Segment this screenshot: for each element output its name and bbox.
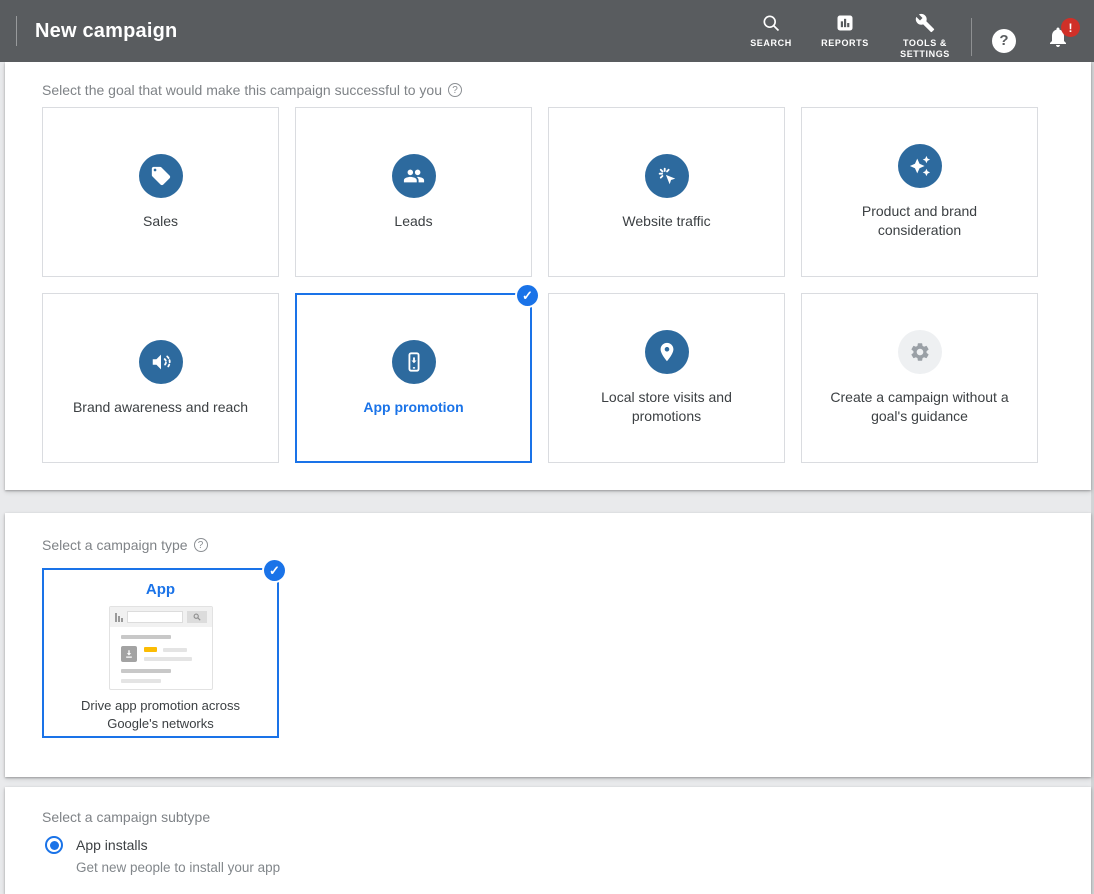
illustration-search-input (127, 611, 183, 623)
illustration-text-bar (121, 669, 171, 673)
goal-card-product-brand-consideration[interactable]: Product and brand consideration (801, 107, 1038, 277)
app-installs-label: App installs (76, 837, 148, 853)
illustration-app-result (121, 646, 201, 662)
search-nav-button[interactable]: SEARCH (747, 2, 795, 49)
goal-card-label: Website traffic (622, 212, 710, 231)
title-divider (16, 16, 17, 46)
selected-check-icon: ✓ (517, 285, 538, 306)
app-installs-description: Get new people to install your app (76, 860, 280, 875)
notification-badge: ! (1061, 18, 1080, 37)
goal-section-heading: Select the goal that would make this cam… (42, 82, 462, 98)
illustration-result-lines (144, 646, 201, 662)
goal-card-website-traffic[interactable]: Website traffic (548, 107, 785, 277)
bell-icon (1046, 36, 1070, 53)
campaign-type-panel: Select a campaign type ? ✓ App (5, 513, 1091, 777)
tools-settings-nav-button[interactable]: TOOLS & SETTINGS (895, 2, 955, 61)
radio-dot (50, 841, 59, 850)
reports-nav-button[interactable]: REPORTS (821, 2, 869, 49)
header-nav: SEARCH REPORTS TOOLS & SETTINGS (747, 2, 955, 61)
phone-download-icon (392, 340, 436, 384)
illustration-text-bar (163, 648, 187, 652)
tag-icon (139, 154, 183, 198)
type-card-title: App (44, 581, 277, 598)
top-app-bar: New campaign SEARCH REPORTS TOOLS & SETT… (0, 0, 1094, 62)
campaign-subtype-panel: Select a campaign subtype App installs G… (5, 787, 1091, 894)
type-heading-text: Select a campaign type (42, 537, 188, 553)
sparkles-icon (898, 144, 942, 188)
app-installs-radio[interactable] (45, 836, 63, 854)
illustration-search-button (187, 611, 207, 623)
search-label: SEARCH (750, 38, 792, 49)
illustration-text-bar (121, 679, 161, 683)
illustration-searchbar (110, 607, 212, 627)
illustration-highlight-bar (144, 647, 157, 652)
goal-cards-grid: Sales Leads Website traffic Product and … (42, 107, 1038, 463)
goal-card-label: Local store visits and promotions (569, 388, 764, 426)
goal-card-local-store-visits[interactable]: Local store visits and promotions (548, 293, 785, 463)
location-pin-icon (645, 330, 689, 374)
goal-card-app-promotion[interactable]: ✓ App promotion (295, 293, 532, 463)
app-installs-option[interactable]: App installs (45, 836, 148, 854)
type-card-description: Drive app promotion across Google's netw… (44, 697, 277, 732)
type-section-heading: Select a campaign type ? (42, 537, 208, 553)
goal-card-leads[interactable]: Leads (295, 107, 532, 277)
gear-icon (898, 330, 942, 374)
illustration-logo-icon (115, 612, 123, 622)
notifications-button[interactable]: ! (1046, 25, 1070, 54)
subtype-section-heading: Select a campaign subtype (42, 809, 210, 825)
goal-card-no-goal-guidance[interactable]: Create a campaign without a goal's guida… (801, 293, 1038, 463)
campaign-type-card-app[interactable]: ✓ App (42, 568, 279, 738)
wrench-icon (915, 12, 935, 34)
speaker-icon (139, 340, 183, 384)
subtype-heading-text: Select a campaign subtype (42, 809, 210, 825)
illustration-text-bar (121, 635, 171, 639)
goal-card-label: Create a campaign without a goal's guida… (822, 388, 1017, 426)
header-separator (971, 18, 972, 56)
help-button[interactable]: ? (992, 29, 1016, 53)
cursor-click-icon (645, 154, 689, 198)
people-icon (392, 154, 436, 198)
app-serp-illustration (109, 606, 213, 690)
goal-card-brand-awareness-reach[interactable]: Brand awareness and reach (42, 293, 279, 463)
selected-check-icon: ✓ (264, 560, 285, 581)
goal-heading-text: Select the goal that would make this cam… (42, 82, 442, 98)
type-help-icon[interactable]: ? (194, 538, 208, 552)
tools-settings-label: TOOLS & SETTINGS (895, 38, 955, 61)
illustration-text-bar (144, 657, 192, 661)
illustration-body (110, 627, 212, 690)
goal-help-icon[interactable]: ? (448, 83, 462, 97)
help-glyph: ? (999, 32, 1008, 49)
download-tile-icon (121, 646, 137, 662)
reports-label: REPORTS (821, 38, 869, 49)
goal-card-label: Brand awareness and reach (73, 398, 248, 417)
goal-card-label: Product and brand consideration (822, 202, 1017, 240)
goal-selection-panel: Select the goal that would make this cam… (5, 62, 1091, 490)
search-icon (761, 12, 781, 34)
page-title: New campaign (35, 20, 177, 43)
goal-card-label: Sales (143, 212, 178, 231)
reports-icon (835, 12, 855, 34)
goal-card-sales[interactable]: Sales (42, 107, 279, 277)
goal-card-label: Leads (394, 212, 432, 231)
goal-card-label: App promotion (363, 398, 463, 417)
